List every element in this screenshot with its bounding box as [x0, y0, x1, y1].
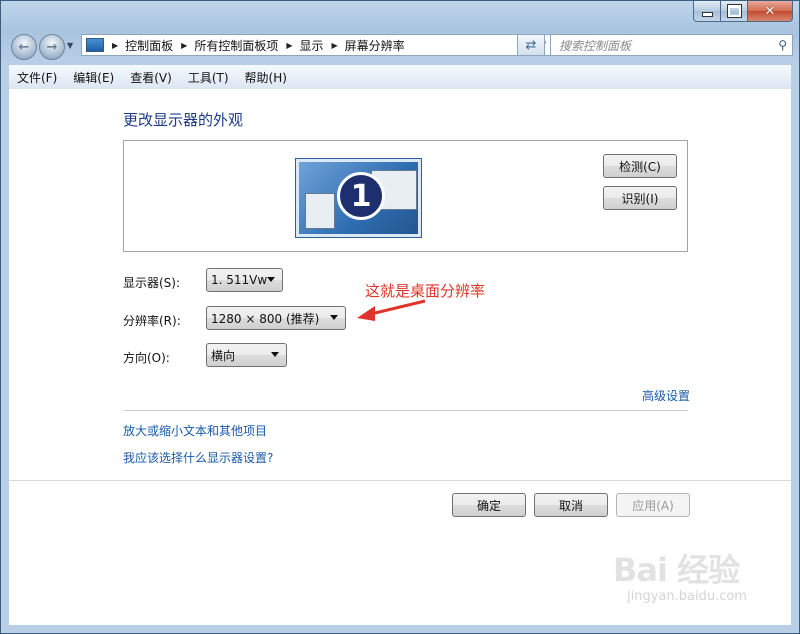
- footer-divider: [9, 480, 791, 481]
- menu-edit[interactable]: 编辑(E): [65, 69, 122, 86]
- menu-tools[interactable]: 工具(T): [180, 69, 237, 86]
- which-settings-link[interactable]: 我应该选择什么显示器设置?: [123, 449, 273, 466]
- baidu-jingyan-watermark: Bai 经验 jingyan.baidu.com: [613, 545, 747, 604]
- detect-button[interactable]: 检测(C): [603, 154, 677, 178]
- forward-arrow-icon: →: [46, 39, 58, 55]
- advanced-settings-link[interactable]: 高级设置: [642, 387, 690, 404]
- breadcrumb-separator-icon[interactable]: ▶: [286, 41, 292, 50]
- display-label: 显示器(S):: [123, 276, 181, 290]
- resolution-select[interactable]: 1280 × 800 (推荐): [206, 306, 346, 330]
- menu-help[interactable]: 帮助(H): [237, 69, 295, 86]
- recent-pages-chevron-down-icon[interactable]: ▼: [67, 41, 73, 50]
- breadcrumb-label[interactable]: 控制面板: [125, 37, 173, 54]
- watermark-url: jingyan.baidu.com: [627, 589, 747, 604]
- menu-bar: 文件(F) 编辑(E) 查看(V) 工具(T) 帮助(H): [9, 65, 791, 90]
- resolution-label: 分辨率(R):: [123, 314, 181, 328]
- window-thumbnail: [305, 193, 335, 229]
- search-box[interactable]: ⚲: [550, 34, 793, 56]
- breadcrumb-control-panel[interactable]: ▶ 控制面板: [108, 37, 173, 54]
- orientation-select-value: 横向: [211, 348, 236, 363]
- chevron-down-icon: [267, 277, 275, 282]
- breadcrumb-label[interactable]: 显示: [300, 37, 324, 54]
- orientation-label: 方向(O):: [123, 351, 170, 365]
- monitor-number-badge: 1: [337, 172, 385, 220]
- address-bar[interactable]: ▶控制面板 ▶所有控制面板项 ▶显示 ▶屏幕分辨率 ▼: [81, 34, 551, 56]
- identify-button[interactable]: 识别(I): [603, 186, 677, 210]
- refresh-button[interactable]: ⇄: [517, 34, 545, 56]
- monitor-1-tile[interactable]: 1: [295, 158, 422, 238]
- breadcrumb-all-items[interactable]: ▶ 所有控制面板项: [177, 37, 278, 54]
- back-button[interactable]: ←: [11, 34, 37, 60]
- cancel-button[interactable]: 取消: [534, 493, 608, 517]
- text-size-link[interactable]: 放大或缩小文本和其他项目: [123, 422, 267, 439]
- maximize-icon: [726, 4, 742, 18]
- close-icon: ✕: [764, 3, 776, 19]
- annotation-arrow-icon: [357, 299, 426, 321]
- breadcrumb-label[interactable]: 所有控制面板项: [194, 37, 278, 54]
- control-panel-window: ✕ ← → ▼ ▶控制面板 ▶所有控制面板项 ▶显示 ▶屏幕分辨率 ▼ ⇄ ⚲ …: [0, 0, 800, 634]
- minimize-button[interactable]: [693, 1, 721, 22]
- breadcrumb-label[interactable]: 屏幕分辨率: [345, 37, 405, 54]
- control-panel-icon: [86, 38, 104, 52]
- display-select-value: 1. 511Vw: [211, 273, 268, 287]
- apply-button[interactable]: 应用(A): [616, 493, 690, 517]
- search-input[interactable]: [557, 36, 761, 56]
- display-select[interactable]: 1. 511Vw: [206, 268, 283, 292]
- chevron-down-icon: [330, 315, 338, 320]
- display-preview-panel: 1 检测(C) 识别(I): [123, 140, 688, 252]
- minimize-icon: [701, 11, 713, 17]
- back-arrow-icon: ←: [18, 39, 30, 55]
- menu-view[interactable]: 查看(V): [122, 69, 180, 86]
- breadcrumb-separator-icon[interactable]: ▶: [112, 41, 118, 50]
- section-divider: [123, 410, 688, 411]
- breadcrumb-separator-icon[interactable]: ▶: [181, 41, 187, 50]
- breadcrumb-screen-resolution[interactable]: ▶ 屏幕分辨率: [328, 37, 405, 54]
- close-button[interactable]: ✕: [748, 1, 793, 22]
- watermark-logo: Bai 经验: [613, 551, 740, 589]
- orientation-select[interactable]: 横向: [206, 343, 287, 367]
- page-title: 更改显示器的外观: [123, 111, 244, 129]
- maximize-button[interactable]: [721, 1, 748, 22]
- breadcrumb-separator-icon[interactable]: ▶: [332, 41, 338, 50]
- navigation-bar: ← → ▼ ▶控制面板 ▶所有控制面板项 ▶显示 ▶屏幕分辨率 ▼ ⇄ ⚲: [9, 32, 793, 60]
- chevron-down-icon: [271, 352, 279, 357]
- caption-buttons: ✕: [693, 1, 793, 22]
- resolution-select-value: 1280 × 800 (推荐): [211, 311, 320, 326]
- search-icon[interactable]: ⚲: [778, 38, 787, 52]
- ok-button[interactable]: 确定: [452, 493, 526, 517]
- monitor-screen-image: 1: [299, 162, 418, 234]
- breadcrumb-display[interactable]: ▶ 显示: [282, 37, 323, 54]
- refresh-icon: ⇄: [525, 37, 537, 53]
- forward-button[interactable]: →: [39, 34, 65, 60]
- menu-file[interactable]: 文件(F): [9, 69, 65, 86]
- content-pane: 更改显示器的外观 1 检测(C) 识别(I) 显示器(S): 1. 511Vw …: [9, 89, 791, 625]
